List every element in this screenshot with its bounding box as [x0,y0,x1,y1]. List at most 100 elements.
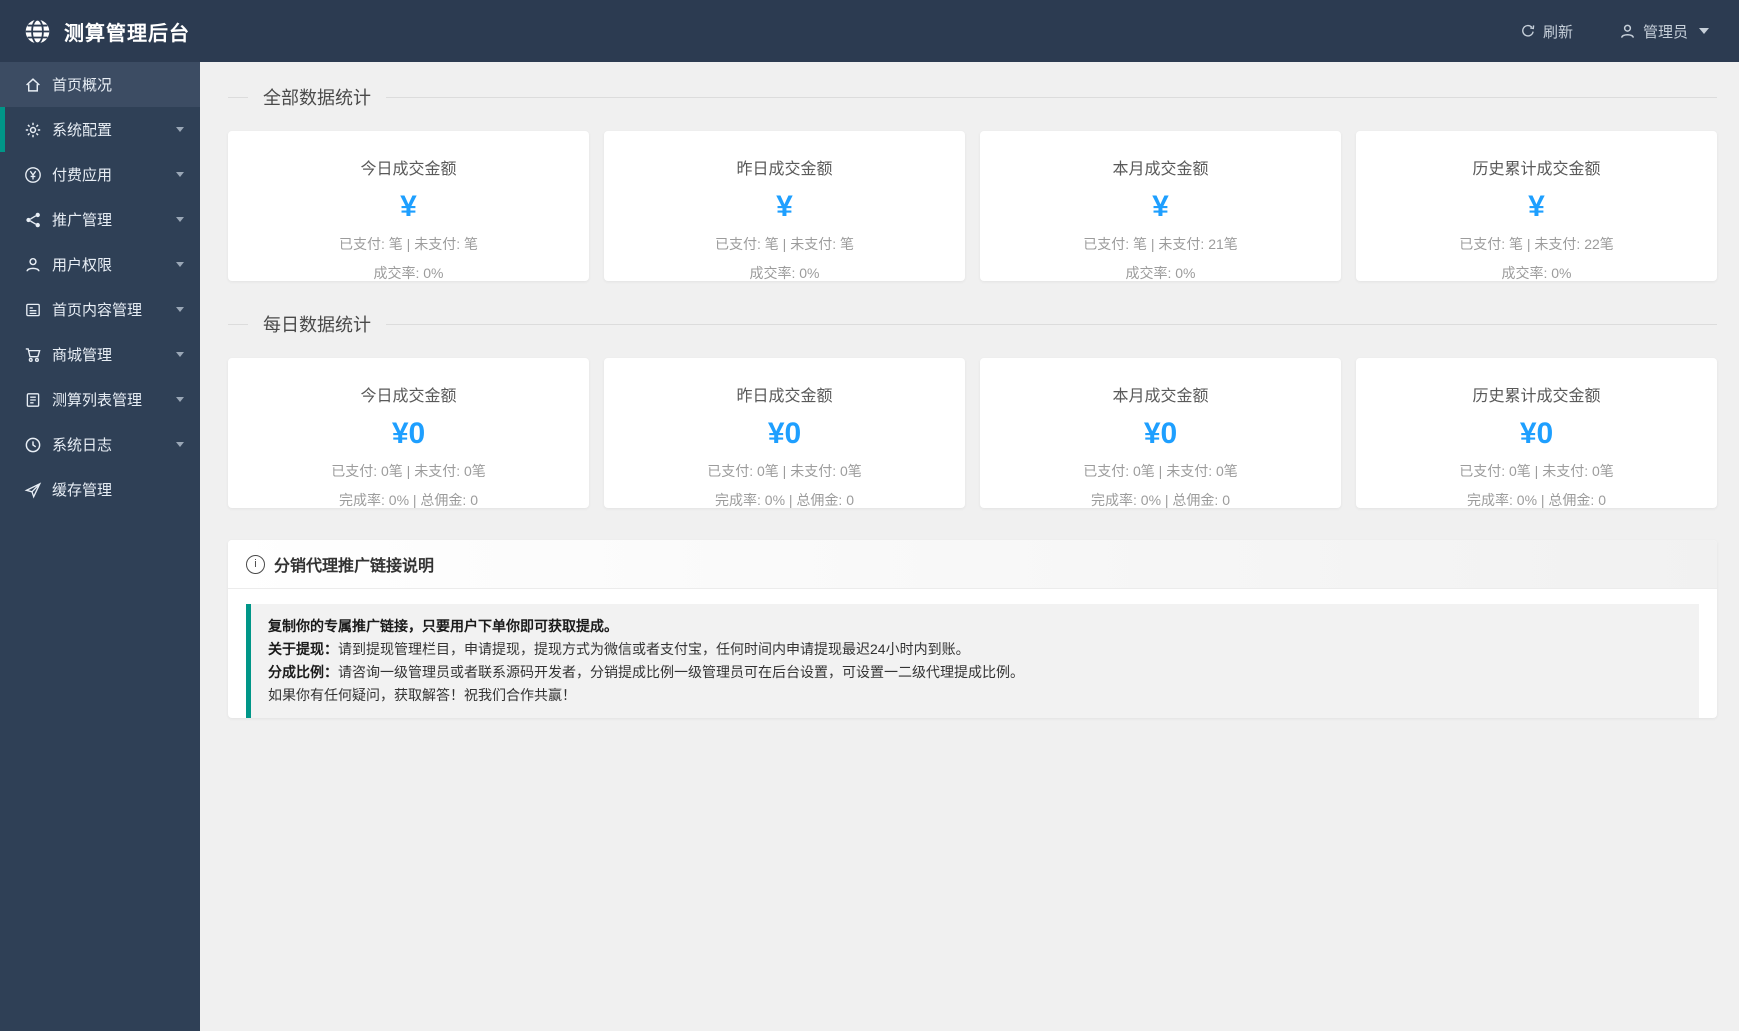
card-title: 本月成交金额 [980,155,1341,179]
sidebar-item-promotion[interactable]: 推广管理 [0,197,200,242]
card-amount: ¥0 [228,416,589,452]
card-title: 今日成交金额 [228,382,589,406]
sidebar-item-label: 缓存管理 [52,479,112,500]
stat-card-month-total: 本月成交金额 ¥ 已支付: 笔 | 未支付: 21笔 成交率: 0% [980,131,1341,281]
yen-circle-icon [24,166,42,184]
chevron-down-icon [176,397,184,402]
section-title-text: 每日数据统计 [263,311,371,337]
divider-line [386,324,1717,325]
sidebar-item-home-content[interactable]: 首页内容管理 [0,287,200,332]
stat-card-today-total: 今日成交金额 ¥ 已支付: 笔 | 未支付: 笔 成交率: 0% [228,131,589,281]
divider-line [228,97,248,98]
stat-card-daily-today: 今日成交金额 ¥0 已支付: 0笔 | 未支付: 0笔 完成率: 0% | 总佣… [228,358,589,508]
card-rate: 成交率: 0% [1356,263,1717,283]
card-title: 今日成交金额 [228,155,589,179]
card-amount: ¥ [1356,189,1717,225]
card-title: 历史累计成交金额 [1356,382,1717,406]
sidebar-item-paid-apps[interactable]: 付费应用 [0,152,200,197]
sidebar-item-label: 用户权限 [52,254,112,275]
stat-card-daily-history: 历史累计成交金额 ¥0 已支付: 0笔 | 未支付: 0笔 完成率: 0% | … [1356,358,1717,508]
section-title-all-stats: 全部数据统计 [228,84,1717,110]
app-title: 测算管理后台 [64,17,190,46]
chevron-down-icon [176,217,184,222]
stat-card-daily-month: 本月成交金额 ¥0 已支付: 0笔 | 未支付: 0笔 完成率: 0% | 总佣… [980,358,1341,508]
card-rate-commission: 完成率: 0% | 总佣金: 0 [228,490,589,510]
notice-line: 关于提现：请到提现管理栏目，申请提现，提现方式为微信或者支付宝，任何时间内申请提… [268,638,1682,661]
sidebar-item-label: 系统配置 [52,119,112,140]
user-caret-icon [1699,28,1709,34]
card-paid-unpaid: 已支付: 笔 | 未支付: 21笔 [980,234,1341,254]
sidebar-item-label: 商城管理 [52,344,112,365]
clock-icon [24,436,42,454]
card-paid-unpaid: 已支付: 0笔 | 未支付: 0笔 [980,461,1341,481]
card-rate: 成交率: 0% [604,263,965,283]
person-icon [24,256,42,274]
home-icon [24,76,42,94]
notice-panel-body: 复制你的专属推广链接，只要用户下单你即可获取提成。 关于提现：请到提现管理栏目，… [246,604,1699,718]
notice-line: 如果你有任何疑问，获取解答！祝我们合作共赢！ [268,684,1682,707]
card-title: 历史累计成交金额 [1356,155,1717,179]
notice-panel-header: i 分销代理推广链接说明 [228,540,1717,589]
sidebar-item-label: 推广管理 [52,209,112,230]
stat-card-history-total: 历史累计成交金额 ¥ 已支付: 笔 | 未支付: 22笔 成交率: 0% [1356,131,1717,281]
card-title: 昨日成交金额 [604,155,965,179]
user-label: 管理员 [1643,21,1688,42]
card-amount: ¥ [980,189,1341,225]
chevron-down-icon [176,172,184,177]
card-rate-commission: 完成率: 0% | 总佣金: 0 [980,490,1341,510]
refresh-button[interactable]: 刷新 [1520,21,1573,42]
chevron-down-icon [176,442,184,447]
daily-stats-card-row: 今日成交金额 ¥0 已支付: 0笔 | 未支付: 0笔 完成率: 0% | 总佣… [228,358,1717,508]
notice-line: 分成比例：请咨询一级管理员或者联系源码开发者，分销提成比例一级管理员可在后台设置… [268,661,1682,684]
stat-card-daily-yesterday: 昨日成交金额 ¥0 已支付: 0笔 | 未支付: 0笔 完成率: 0% | 总佣… [604,358,965,508]
card-title: 本月成交金额 [980,382,1341,406]
list-document-icon [24,391,42,409]
app-logo: 测算管理后台 [0,17,190,46]
card-paid-unpaid: 已支付: 0笔 | 未支付: 0笔 [604,461,965,481]
card-paid-unpaid: 已支付: 笔 | 未支付: 笔 [228,234,589,254]
paper-plane-icon [24,481,42,499]
topbar-right: 刷新 管理员 [1520,21,1739,42]
sidebar-nav: 首页概况 系统配置 付费应用 [0,62,200,1031]
top-header-bar: 测算管理后台 刷新 管理员 [0,0,1739,62]
notice-line: 复制你的专属推广链接，只要用户下单你即可获取提成。 [268,615,1682,638]
sidebar-item-calc-list[interactable]: 测算列表管理 [0,377,200,422]
card-amount: ¥ [604,189,965,225]
card-rate: 成交率: 0% [228,263,589,283]
cart-icon [24,346,42,364]
divider-line [386,97,1717,98]
active-accent-bar [0,107,5,152]
sidebar-item-system-logs[interactable]: 系统日志 [0,422,200,467]
card-amount: ¥ [228,189,589,225]
card-title: 昨日成交金额 [604,382,965,406]
share-icon [24,211,42,229]
chevron-down-icon [176,262,184,267]
content-page-icon [24,301,42,319]
sidebar-item-mall-management[interactable]: 商城管理 [0,332,200,377]
user-menu[interactable]: 管理员 [1619,21,1709,42]
gear-icon [24,121,42,139]
user-icon [1619,23,1636,40]
refresh-label: 刷新 [1543,21,1573,42]
sidebar-item-home-overview[interactable]: 首页概况 [0,62,200,107]
chevron-down-icon [176,127,184,132]
info-circle-icon: i [246,555,265,574]
card-paid-unpaid: 已支付: 笔 | 未支付: 笔 [604,234,965,254]
card-amount: ¥0 [604,416,965,452]
sidebar-item-cache-management[interactable]: 缓存管理 [0,467,200,512]
sidebar-item-label: 首页概况 [52,74,112,95]
chevron-down-icon [176,352,184,357]
sidebar-item-label: 首页内容管理 [52,299,142,320]
chevron-down-icon [176,307,184,312]
section-title-text: 全部数据统计 [263,84,371,110]
refresh-icon [1520,23,1536,39]
sidebar-item-user-permissions[interactable]: 用户权限 [0,242,200,287]
sidebar-item-system-config[interactable]: 系统配置 [0,107,200,152]
card-paid-unpaid: 已支付: 0笔 | 未支付: 0笔 [1356,461,1717,481]
card-amount: ¥0 [1356,416,1717,452]
all-stats-card-row: 今日成交金额 ¥ 已支付: 笔 | 未支付: 笔 成交率: 0% 昨日成交金额 … [228,131,1717,281]
section-title-daily-stats: 每日数据统计 [228,311,1717,337]
sidebar-item-label: 测算列表管理 [52,389,142,410]
sidebar-item-label: 付费应用 [52,164,112,185]
card-paid-unpaid: 已支付: 笔 | 未支付: 22笔 [1356,234,1717,254]
